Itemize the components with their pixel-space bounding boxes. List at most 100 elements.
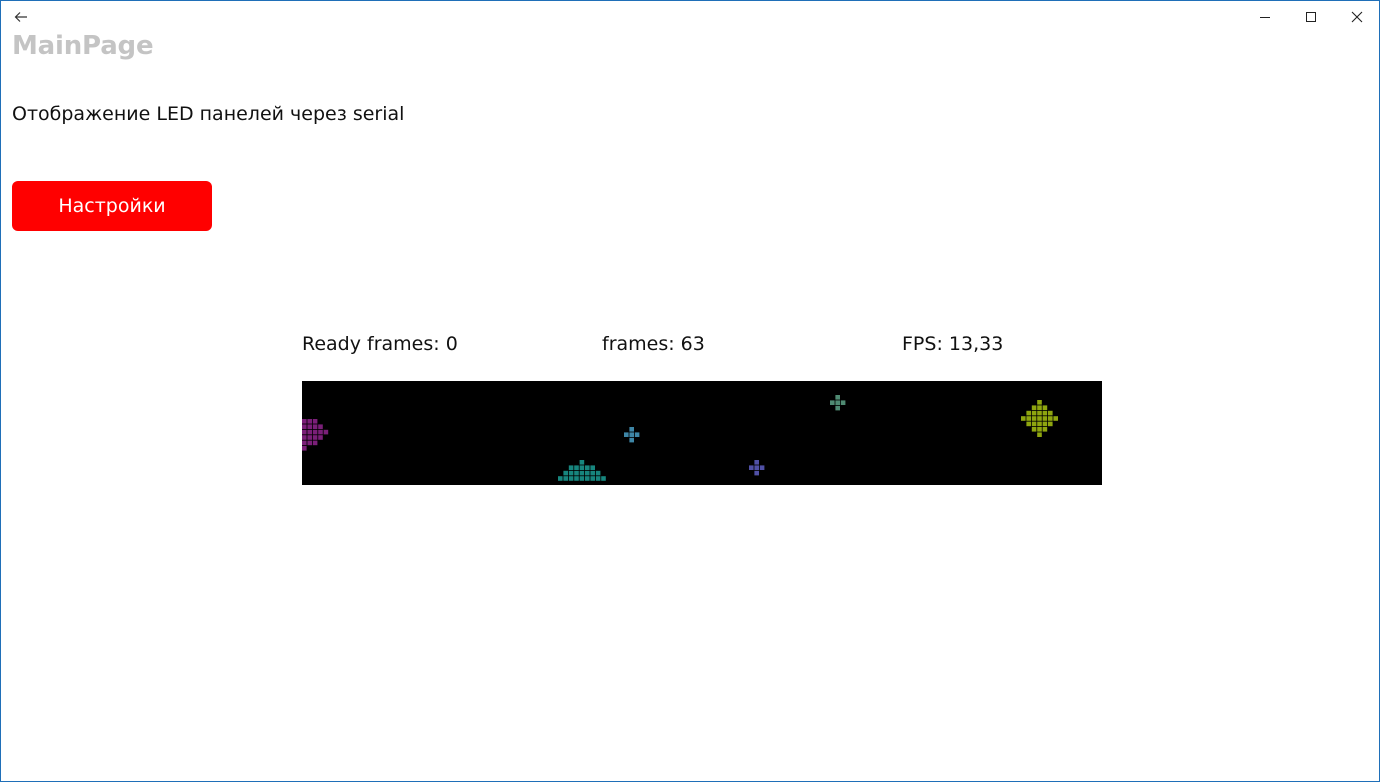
led-pixel — [318, 429, 323, 435]
led-pixel — [590, 476, 595, 481]
led-pixel — [1037, 421, 1042, 427]
led-pixel — [302, 440, 307, 446]
led-blob-sage — [830, 395, 846, 411]
led-pixel — [563, 470, 568, 476]
led-pixel — [601, 476, 606, 481]
led-pixel — [595, 476, 601, 481]
led-pixel — [1037, 400, 1042, 405]
led-pixel — [754, 470, 759, 476]
led-pixel — [579, 470, 585, 476]
led-pixel — [1048, 421, 1053, 427]
led-pixel — [629, 437, 634, 443]
close-button[interactable] — [1334, 1, 1379, 33]
led-pixel — [574, 476, 579, 481]
led-pixel — [579, 460, 585, 465]
maximize-button[interactable] — [1288, 1, 1334, 33]
led-pixel — [318, 424, 323, 429]
led-pixel — [1031, 410, 1037, 416]
frames-label: frames: 63 — [602, 333, 705, 355]
back-button[interactable] — [4, 1, 38, 33]
led-pixel — [568, 476, 574, 481]
led-pixel — [574, 470, 579, 476]
led-pixel — [302, 424, 307, 429]
led-pixel — [585, 465, 590, 470]
led-pixel — [579, 476, 585, 481]
led-pixel — [302, 429, 307, 435]
led-pixel — [1042, 427, 1048, 432]
led-pixel — [307, 429, 312, 435]
led-pixel — [629, 427, 634, 432]
led-pixel — [563, 476, 568, 481]
led-pixel — [1037, 405, 1042, 410]
ready-frames-label: Ready frames: 0 — [302, 333, 458, 355]
led-pixel — [312, 429, 318, 435]
led-pixel — [579, 465, 585, 470]
led-pixel — [307, 440, 312, 446]
led-pixel — [1031, 427, 1037, 432]
led-pixel — [1026, 421, 1031, 427]
led-pixel — [585, 470, 590, 476]
led-pixel — [1042, 405, 1048, 410]
led-pixel — [1031, 416, 1037, 421]
led-pixel — [595, 470, 601, 476]
led-panel-canvas — [302, 395, 1058, 481]
led-pixel — [754, 465, 759, 470]
led-pixel — [323, 429, 329, 435]
led-pixel — [307, 419, 312, 424]
led-pixel — [1021, 416, 1026, 421]
app-window: MainPage Отображение LED панелей через s… — [0, 0, 1380, 782]
led-pixel — [835, 405, 840, 411]
led-pixel — [574, 465, 579, 470]
maximize-icon — [1306, 12, 1316, 22]
page-title: MainPage — [12, 31, 154, 61]
minimize-button[interactable] — [1242, 1, 1288, 33]
led-pixel — [1042, 416, 1048, 421]
led-pixel — [749, 465, 754, 470]
led-pixel — [590, 470, 595, 476]
led-pixel — [1037, 410, 1042, 416]
settings-button[interactable]: Настройки — [12, 181, 212, 231]
led-blob-olive — [1021, 400, 1058, 437]
led-pixel — [307, 424, 312, 429]
led-pixel — [1031, 405, 1037, 410]
led-pixel — [759, 465, 765, 470]
led-pixel — [1026, 410, 1031, 416]
led-pixel — [634, 432, 640, 437]
led-panel-display — [302, 381, 1102, 485]
led-pixel — [302, 446, 307, 451]
led-pixel — [1048, 416, 1053, 421]
led-pixel — [318, 435, 323, 440]
led-pixel — [624, 432, 629, 437]
led-blob-teal — [558, 460, 606, 481]
led-pixel — [835, 395, 840, 400]
led-pixel — [302, 419, 307, 424]
close-icon — [1351, 11, 1363, 23]
page-subtitle: Отображение LED панелей через serial — [12, 103, 405, 125]
arrow-left-icon — [14, 12, 27, 22]
led-pixel — [1042, 421, 1048, 427]
led-pixel — [754, 460, 759, 465]
led-pixel — [1037, 416, 1042, 421]
led-pixel — [1042, 410, 1048, 416]
led-pixel — [307, 435, 312, 440]
led-pixel — [568, 470, 574, 476]
led-pixel — [302, 435, 307, 440]
led-pixel — [312, 440, 318, 446]
led-pixel — [629, 432, 634, 437]
led-pixel — [1048, 410, 1053, 416]
led-pixel — [1037, 427, 1042, 432]
led-pixel — [568, 465, 574, 470]
led-pixel — [1037, 432, 1042, 437]
led-pixel — [835, 400, 840, 405]
minimize-icon — [1260, 17, 1270, 18]
led-pixel — [312, 419, 318, 424]
fps-label: FPS: 13,33 — [902, 333, 1004, 355]
led-blob-indigo — [749, 460, 765, 476]
led-pixel — [830, 400, 835, 405]
led-pixel — [312, 435, 318, 440]
led-pixel — [1026, 416, 1031, 421]
led-blob-purple — [302, 419, 329, 451]
led-pixel — [840, 400, 846, 405]
led-pixel — [558, 476, 563, 481]
led-pixel — [1053, 416, 1058, 421]
